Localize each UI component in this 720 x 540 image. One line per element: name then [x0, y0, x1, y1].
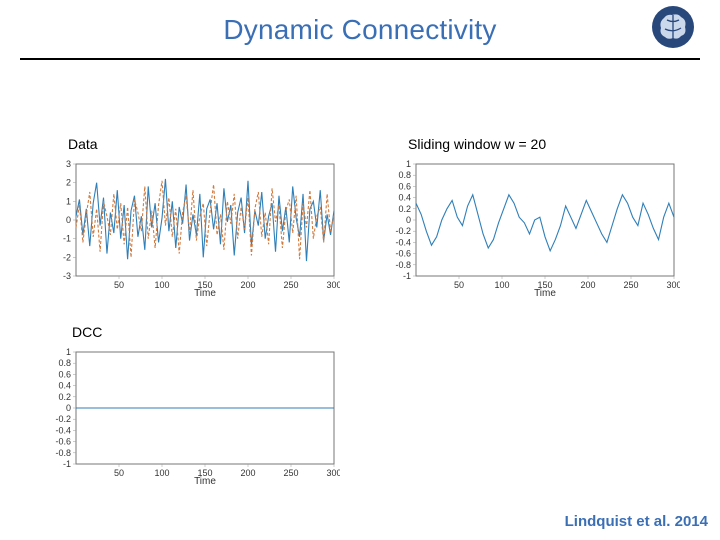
svg-text:-3: -3: [63, 271, 71, 281]
svg-text:1: 1: [66, 347, 71, 357]
svg-text:0: 0: [66, 215, 71, 225]
svg-text:-0.8: -0.8: [395, 260, 411, 270]
citation: Lindquist et al. 2014: [565, 513, 708, 530]
svg-text:-0.6: -0.6: [395, 249, 411, 259]
svg-text:0.8: 0.8: [58, 358, 71, 368]
svg-text:0: 0: [406, 215, 411, 225]
title-text: Dynamic Connectivity: [223, 14, 496, 45]
svg-text:-1: -1: [63, 234, 71, 244]
svg-text:2: 2: [66, 178, 71, 188]
svg-text:200: 200: [240, 468, 255, 478]
chart-dcc: -1-0.8-0.6-0.4-0.200.20.40.60.8150100150…: [50, 346, 340, 486]
svg-text:0.8: 0.8: [398, 170, 411, 180]
svg-text:100: 100: [154, 280, 169, 290]
svg-text:100: 100: [154, 468, 169, 478]
svg-text:0: 0: [66, 403, 71, 413]
label-sliding: Sliding window w = 20: [408, 136, 546, 152]
svg-text:Time: Time: [534, 288, 556, 298]
svg-text:3: 3: [66, 159, 71, 169]
svg-text:-0.2: -0.2: [395, 226, 411, 236]
svg-text:0.6: 0.6: [398, 181, 411, 191]
svg-text:-0.4: -0.4: [395, 237, 411, 247]
svg-text:Time: Time: [194, 288, 216, 298]
svg-text:50: 50: [114, 280, 124, 290]
svg-text:300: 300: [326, 280, 340, 290]
svg-text:300: 300: [326, 468, 340, 478]
svg-text:-0.6: -0.6: [55, 437, 71, 447]
title-underline: [20, 58, 700, 60]
svg-text:100: 100: [494, 280, 509, 290]
svg-text:0.4: 0.4: [398, 193, 411, 203]
svg-text:0.2: 0.2: [58, 392, 71, 402]
svg-text:250: 250: [283, 280, 298, 290]
svg-text:Time: Time: [194, 476, 216, 486]
svg-text:200: 200: [580, 280, 595, 290]
svg-text:1: 1: [66, 196, 71, 206]
svg-text:250: 250: [623, 280, 638, 290]
page-title: Dynamic Connectivity: [0, 14, 720, 46]
svg-text:250: 250: [283, 468, 298, 478]
svg-text:1: 1: [406, 159, 411, 169]
chart-data: -3-2-1012350100150200250300Time: [50, 158, 340, 298]
svg-text:-0.8: -0.8: [55, 448, 71, 458]
svg-text:-1: -1: [403, 271, 411, 281]
svg-text:0.4: 0.4: [58, 381, 71, 391]
svg-text:0.6: 0.6: [58, 369, 71, 379]
svg-text:300: 300: [666, 280, 680, 290]
svg-text:0.2: 0.2: [398, 204, 411, 214]
svg-text:-0.2: -0.2: [55, 414, 71, 424]
svg-text:200: 200: [240, 280, 255, 290]
svg-text:50: 50: [454, 280, 464, 290]
chart-sliding: -1-0.8-0.6-0.4-0.200.20.40.60.8150100150…: [390, 158, 680, 298]
svg-text:-1: -1: [63, 459, 71, 469]
label-data: Data: [68, 136, 98, 152]
svg-text:-0.4: -0.4: [55, 425, 71, 435]
svg-text:50: 50: [114, 468, 124, 478]
label-dcc: DCC: [72, 324, 102, 340]
svg-text:-2: -2: [63, 252, 71, 262]
